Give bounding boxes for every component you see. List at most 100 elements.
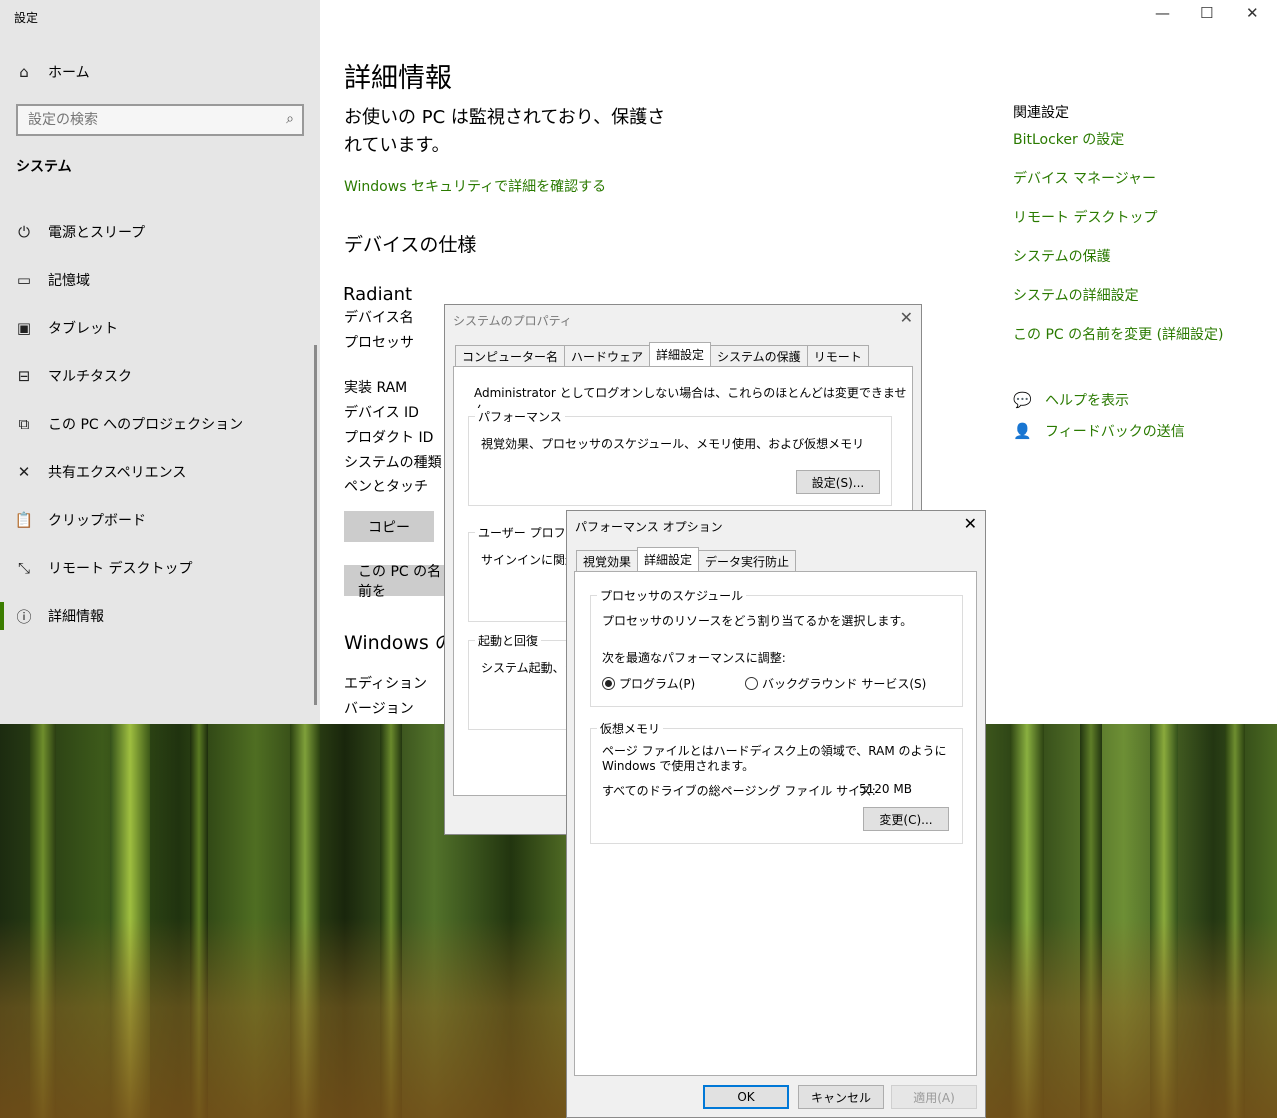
- rename-pc-button[interactable]: この PC の名前を: [344, 564, 454, 600]
- nav-label: リモート デスクトップ: [48, 561, 193, 577]
- spec-label: デバイス名: [344, 310, 414, 326]
- nav-label: マルチタスク: [48, 369, 132, 385]
- power-icon: ⏻: [18, 223, 30, 241]
- nav-power-sleep[interactable]: ⏻ 電源とスリープ: [0, 212, 320, 252]
- nav-remote-desktop[interactable]: ⤡ リモート デスクトップ: [0, 548, 320, 588]
- nav-shared-experience[interactable]: ✕ 共有エクスペリエンス: [0, 452, 320, 492]
- tab-advanced[interactable]: 詳細設定: [637, 547, 700, 571]
- get-help-link[interactable]: 💬 ヘルプを表示: [1013, 390, 1129, 410]
- group-legend: パフォーマンス: [475, 408, 565, 425]
- virtual-memory-description: ページ ファイルとはハードディスク上の領域で、RAM のように Windows …: [602, 744, 947, 773]
- system-protection-link[interactable]: システムの保護: [1013, 246, 1111, 266]
- storage-icon: ▭: [16, 271, 32, 289]
- advanced-system-settings-link[interactable]: システムの詳細設定: [1013, 285, 1139, 305]
- radio-background-services[interactable]: バックグラウンド サービス(S): [745, 675, 926, 692]
- performance-group: パフォーマンス 視覚効果、プロセッサのスケジュール、メモリ使用、および仮想メモリ…: [468, 408, 892, 506]
- nav-storage[interactable]: ▭ 記憶域: [0, 260, 320, 300]
- apply-button[interactable]: 適用(A): [891, 1085, 977, 1109]
- remote-desktop-link[interactable]: リモート デスクトップ: [1013, 207, 1157, 227]
- performance-settings-button[interactable]: 設定(S)...: [796, 470, 880, 494]
- close-button[interactable]: ✕: [1246, 4, 1259, 22]
- radio-selected-icon: [602, 677, 615, 690]
- home-icon: ⌂: [19, 63, 29, 81]
- clipboard-icon: 📋: [14, 511, 34, 529]
- security-details-link[interactable]: Windows セキュリティで詳細を確認する: [344, 176, 606, 196]
- nav-tablet[interactable]: ▣ タブレット: [0, 308, 320, 348]
- performance-description: 視覚効果、プロセッサのスケジュール、メモリ使用、および仮想メモリ: [481, 437, 865, 451]
- change-button[interactable]: 変更(C)...: [863, 807, 949, 831]
- total-paging-value: 5120 MB: [859, 782, 912, 796]
- remote-desktop-icon: ⤡: [17, 559, 30, 577]
- radio-programs[interactable]: プログラム(P): [602, 675, 695, 692]
- active-indicator: [0, 602, 4, 630]
- tab-advanced[interactable]: 詳細設定: [649, 342, 712, 366]
- nav-about[interactable]: ⓘ 詳細情報: [0, 596, 320, 636]
- nav-clipboard[interactable]: 📋 クリップボード: [0, 500, 320, 540]
- tab-strip: コンピューター名 ハードウェア 詳細設定 システムの保護 リモート: [455, 342, 869, 366]
- tab-computer-name[interactable]: コンピューター名: [455, 345, 566, 366]
- nav-label: タブレット: [48, 321, 118, 337]
- device-specs-heading: デバイスの仕様: [344, 234, 477, 256]
- tab-remote[interactable]: リモート: [806, 345, 869, 366]
- performance-options-dialog: パフォーマンス オプション ✕ 視覚効果 詳細設定 データ実行防止 プロセッサの…: [566, 510, 986, 1118]
- nav-label: クリップボード: [48, 513, 146, 529]
- windows-spec-label: エディション: [344, 676, 428, 692]
- spec-label: 実装 RAM: [344, 380, 408, 396]
- scheduling-description: プロセッサのリソースをどう割り当てるかを選択します。: [602, 614, 913, 628]
- nav-projection[interactable]: ⧉ この PC へのプロジェクション: [0, 404, 320, 444]
- feedback-icon: 👤: [1013, 422, 1032, 440]
- nav-home-label: ホーム: [48, 65, 90, 81]
- feedback-label: フィードバックの送信: [1045, 424, 1185, 440]
- minimize-button[interactable]: —: [1155, 4, 1170, 22]
- group-legend: 起動と回復: [475, 632, 542, 649]
- virtual-memory-group: 仮想メモリ ページ ファイルとはハードディスク上の領域で、RAM のように Wi…: [590, 720, 963, 844]
- get-help-label: ヘルプを表示: [1045, 393, 1129, 409]
- tab-hardware[interactable]: ハードウェア: [564, 345, 651, 366]
- windows-specs-heading: Windows の: [344, 632, 454, 654]
- dialog-title: パフォーマンス オプション: [575, 520, 723, 534]
- bitlocker-link[interactable]: BitLocker の設定: [1013, 129, 1124, 149]
- multitask-icon: ⊟: [17, 367, 31, 385]
- window-title: 設定: [14, 11, 39, 25]
- feedback-link[interactable]: 👤 フィードバックの送信: [1013, 421, 1185, 441]
- sidebar: 設定 ⌂ ホーム ⌕ システム ⏻ 電源とスリープ ▭ 記憶域 ▣ タブレット …: [0, 0, 320, 724]
- spec-label: システムの種類: [344, 455, 442, 471]
- maximize-button[interactable]: ☐: [1200, 4, 1213, 22]
- nav-home[interactable]: ⌂ ホーム: [0, 52, 320, 92]
- projection-icon: ⧉: [18, 415, 30, 433]
- spec-label: ペンとタッチ: [344, 479, 428, 495]
- device-name-title: Radiant: [343, 284, 413, 305]
- tab-system-protection[interactable]: システムの保護: [710, 345, 808, 366]
- nav-label: 記憶域: [48, 273, 90, 289]
- spec-label: プロダクト ID: [344, 430, 434, 446]
- nav-multitask[interactable]: ⊟ マルチタスク: [0, 356, 320, 396]
- nav-label: 詳細情報: [48, 609, 104, 625]
- rename-pc-advanced-link[interactable]: この PC の名前を変更 (詳細設定): [1013, 324, 1224, 344]
- nav-label: 共有エクスペリエンス: [48, 465, 187, 481]
- ok-button[interactable]: OK: [703, 1085, 789, 1109]
- search-icon[interactable]: ⌕: [286, 111, 294, 127]
- shared-experience-icon: ✕: [17, 463, 31, 481]
- search-input[interactable]: [18, 106, 268, 134]
- total-paging-label: すべてのドライブの総ページング ファイル サイズ:: [602, 784, 876, 798]
- nav-label: この PC へのプロジェクション: [48, 417, 244, 433]
- copy-button[interactable]: コピー: [344, 511, 434, 542]
- device-manager-link[interactable]: デバイス マネージャー: [1013, 168, 1156, 188]
- windows-spec-label: バージョン: [344, 701, 414, 717]
- nav-group-heading: システム: [16, 159, 72, 175]
- close-icon[interactable]: ✕: [900, 308, 913, 327]
- sidebar-scrollbar[interactable]: [314, 345, 317, 705]
- radio-unselected-icon: [745, 677, 758, 690]
- settings-search[interactable]: ⌕: [16, 104, 304, 136]
- tab-dep[interactable]: データ実行防止: [698, 550, 797, 571]
- group-legend: 仮想メモリ: [597, 720, 664, 737]
- spec-label: プロセッサ: [344, 335, 414, 351]
- close-icon[interactable]: ✕: [964, 514, 977, 533]
- info-icon: ⓘ: [16, 607, 32, 626]
- adjust-label: 次を最適なパフォーマンスに調整:: [602, 651, 786, 665]
- tablet-icon: ▣: [16, 319, 32, 337]
- group-legend: プロセッサのスケジュール: [597, 587, 747, 604]
- tab-visual-effects[interactable]: 視覚効果: [576, 550, 639, 571]
- cancel-button[interactable]: キャンセル: [798, 1085, 884, 1109]
- radio-label: バックグラウンド サービス(S): [762, 677, 927, 691]
